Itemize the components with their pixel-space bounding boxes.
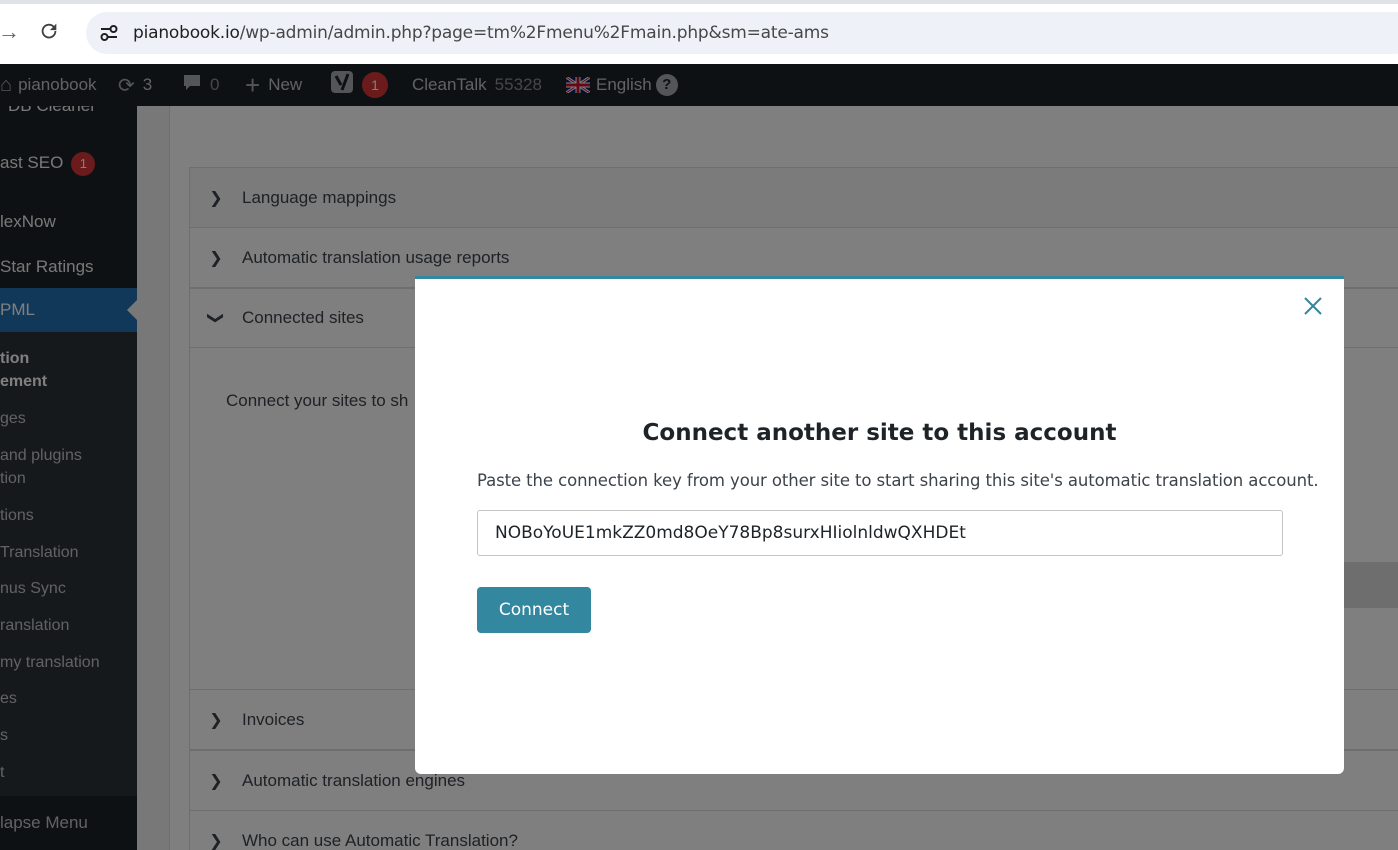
address-bar[interactable]: pianobook.io/wp-admin/admin.php?page=tm%… (86, 12, 1398, 54)
url-text[interactable]: pianobook.io/wp-admin/admin.php?page=tm%… (133, 23, 829, 43)
site-info-icon[interactable] (98, 22, 122, 44)
connection-key-input[interactable] (477, 510, 1283, 556)
url-host: pianobook.io (133, 23, 240, 43)
connect-button[interactable]: Connect (477, 587, 591, 633)
forward-icon[interactable]: → (0, 20, 20, 44)
browser-toolbar: → pianobook.io/wp-admin/admin.php?page=t… (0, 0, 1398, 64)
browser-tab-strip (0, 0, 1398, 4)
close-icon[interactable] (1302, 295, 1324, 317)
dialog-title: Connect another site to this account (642, 420, 1117, 446)
url-path: /wp-admin/admin.php?page=tm%2Fmenu%2Fmai… (239, 23, 829, 43)
reload-icon[interactable] (38, 20, 64, 44)
dialog-description: Paste the connection key from your other… (477, 471, 1319, 490)
connect-site-dialog: Connect another site to this account Pas… (415, 276, 1344, 774)
